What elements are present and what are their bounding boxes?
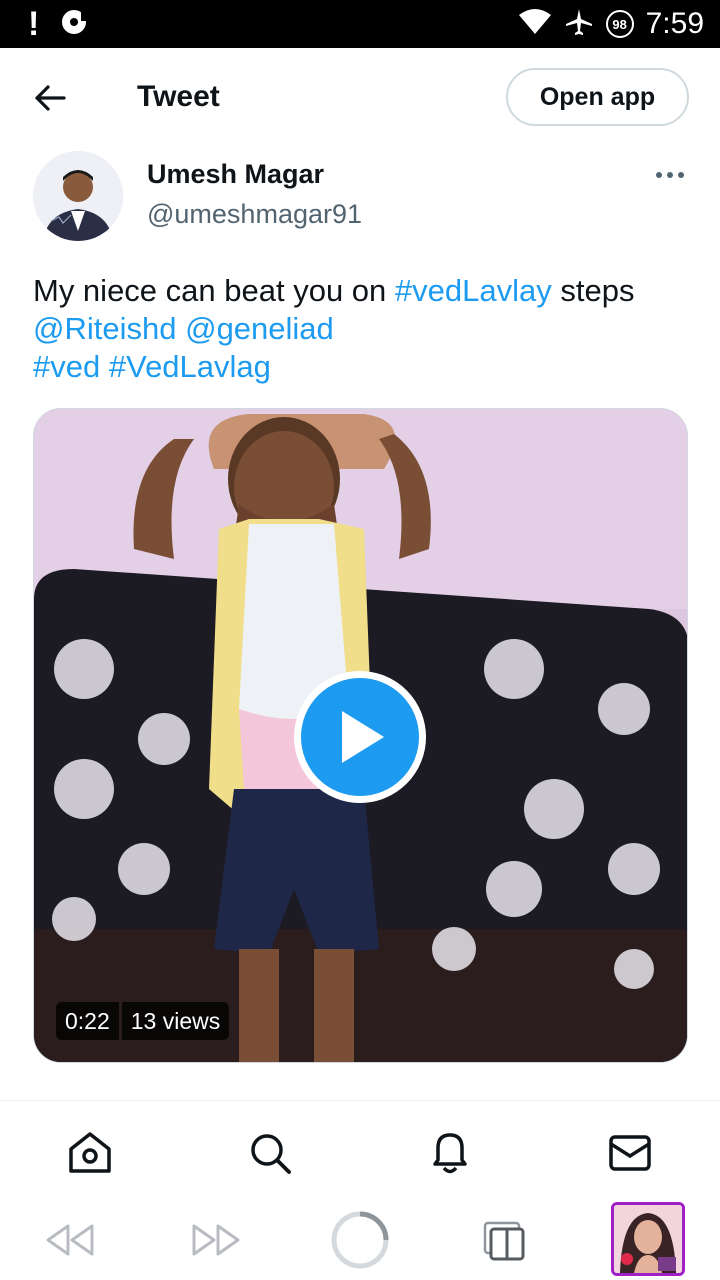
wifi-icon — [518, 8, 552, 41]
status-bar: ! 98 7:59 — [0, 0, 720, 48]
forward-icon[interactable] — [186, 1210, 246, 1270]
bottom-tab-bar — [0, 1100, 720, 1198]
profile-thumbnail[interactable] — [611, 1202, 685, 1276]
hashtag-link[interactable]: #ved — [33, 349, 100, 384]
mention-link[interactable]: @Riteishd — [33, 311, 176, 346]
more-icon[interactable] — [650, 160, 690, 190]
avatar[interactable] — [33, 151, 123, 241]
alert-icon: ! — [28, 5, 40, 43]
messages-icon[interactable] — [606, 1129, 654, 1177]
tweet-text-part: My niece can beat you on — [33, 273, 395, 308]
rewind-icon[interactable] — [40, 1210, 100, 1270]
tweet-text-part: steps — [551, 273, 635, 308]
tweet-text: My niece can beat you on #vedLavlay step… — [33, 272, 693, 386]
search-icon[interactable] — [246, 1129, 294, 1177]
hashtag-link[interactable]: #VedLavlag — [109, 349, 271, 384]
media-icon — [59, 7, 89, 42]
clock: 7:59 — [645, 7, 704, 40]
notifications-icon[interactable] — [426, 1129, 474, 1177]
mention-link[interactable]: @geneliad — [185, 311, 334, 346]
author-handle[interactable]: @umeshmagar91 — [147, 197, 362, 231]
airplane-icon — [564, 7, 594, 42]
page-title: Tweet — [137, 80, 220, 113]
back-arrow-icon[interactable] — [30, 78, 70, 118]
open-app-button[interactable]: Open app — [506, 68, 689, 126]
browser-nav-bar — [0, 1198, 720, 1280]
author-name[interactable]: Umesh Magar — [147, 157, 324, 191]
tabs-icon[interactable] — [474, 1210, 534, 1270]
video-meta: 0:22 13 views — [56, 1002, 230, 1040]
video-duration: 0:22 — [56, 1002, 119, 1040]
video-views: 13 views — [121, 1002, 230, 1040]
battery-saver-badge: 98 — [605, 10, 634, 38]
top-bar: Tweet Open app — [0, 48, 720, 146]
hashtag-link[interactable]: #vedLavlay — [395, 273, 552, 308]
play-button[interactable] — [294, 671, 426, 803]
loading-icon[interactable] — [330, 1210, 390, 1270]
home-icon[interactable] — [66, 1129, 114, 1177]
play-icon — [342, 711, 384, 763]
video-player[interactable]: 0:22 13 views — [33, 408, 688, 1063]
